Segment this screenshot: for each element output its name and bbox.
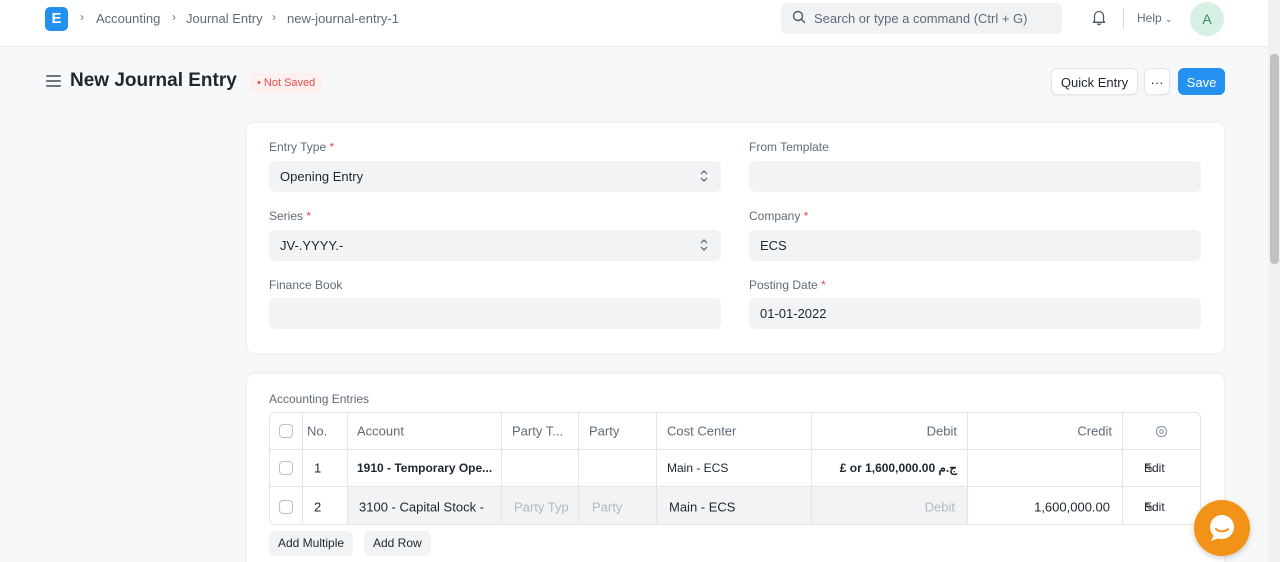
row-checkbox[interactable] (279, 461, 293, 475)
table-row[interactable]: 1 1910 - Temporary Ope... Main - ECS ج.م… (270, 450, 1200, 487)
breadcrumb-accounting[interactable]: Accounting (96, 11, 160, 26)
row-select-cell (270, 450, 303, 486)
entry-type-label: Entry Type * (269, 140, 335, 154)
party-cell[interactable] (579, 450, 657, 486)
finance-book-label: Finance Book (269, 278, 343, 292)
chat-widget-button[interactable] (1194, 500, 1250, 556)
select-all-cell (270, 413, 303, 449)
search-placeholder: Search or type a command (Ctrl + G) (814, 11, 1028, 26)
quick-entry-button[interactable]: Quick Entry (1051, 68, 1138, 95)
status-badge: • Not Saved (250, 73, 323, 93)
col-credit: Credit (968, 413, 1123, 449)
party-cell[interactable]: Party (579, 487, 657, 524)
column-settings-cell (1123, 413, 1200, 449)
page-title: New Journal Entry (70, 70, 237, 91)
from-template-field[interactable] (749, 161, 1201, 192)
series-select[interactable]: JV-.YYYY.- (269, 230, 721, 261)
avatar[interactable]: A (1190, 2, 1224, 36)
col-cost-center: Cost Center (657, 413, 812, 449)
row-checkbox[interactable] (279, 499, 293, 514)
navbar: E › Accounting › Journal Entry › new-jou… (0, 0, 1268, 47)
finance-book-field[interactable] (269, 298, 721, 329)
credit-cell[interactable]: 1,600,000.00 (968, 487, 1123, 524)
help-label: Help (1137, 11, 1162, 25)
chevron-right-icon: › (80, 10, 84, 24)
breadcrumb-journal-entry[interactable]: Journal Entry (186, 11, 263, 26)
edit-row-button[interactable]: ✎ Edit (1123, 487, 1200, 524)
breadcrumb-current[interactable]: new-journal-entry-1 (287, 11, 399, 26)
cost-center-cell[interactable]: Main - ECS (657, 487, 812, 524)
account-cell[interactable]: 1910 - Temporary Ope... (348, 450, 502, 486)
search-input[interactable]: Search or type a command (Ctrl + G) (781, 3, 1062, 34)
select-arrows-icon (700, 170, 708, 182)
add-multiple-button[interactable]: Add Multiple (269, 531, 354, 556)
entry-type-value: Opening Entry (280, 169, 364, 184)
select-all-checkbox[interactable] (279, 424, 293, 438)
sidebar-toggle-icon[interactable] (46, 75, 61, 90)
debit-cell[interactable]: ج.م 1,600,000.00 or £ (812, 450, 968, 486)
select-arrows-icon (700, 239, 708, 251)
scrollbar-thumb[interactable] (1270, 54, 1279, 264)
col-account: Account (348, 413, 502, 449)
posting-date-field[interactable]: 01-01-2022 (749, 298, 1201, 329)
company-label: Company * (749, 209, 809, 223)
col-party-type: Party T... (502, 413, 579, 449)
search-icon (792, 10, 806, 24)
help-dropdown[interactable]: Help ⌄ (1137, 11, 1173, 25)
gear-icon[interactable] (1155, 425, 1168, 438)
credit-cell[interactable] (968, 450, 1123, 486)
account-cell[interactable]: 3100 - Capital Stock - (348, 487, 502, 524)
chevron-down-icon: ⌄ (1165, 14, 1173, 24)
series-label: Series * (269, 209, 312, 223)
accounting-entries-label: Accounting Entries (269, 392, 370, 406)
col-party: Party (579, 413, 657, 449)
divider (1123, 9, 1124, 29)
entry-type-select[interactable]: Opening Entry (269, 161, 721, 192)
chevron-right-icon: › (272, 10, 276, 24)
add-row-button[interactable]: Add Row (364, 531, 431, 556)
bell-icon[interactable] (1090, 8, 1108, 26)
col-no: No. (303, 413, 348, 449)
cost-center-cell[interactable]: Main - ECS (657, 450, 812, 486)
series-value: JV-.YYYY.- (280, 238, 344, 253)
row-select-cell (270, 487, 303, 524)
app-logo[interactable]: E (45, 7, 68, 31)
debit-cell[interactable]: Debit (812, 487, 968, 524)
more-actions-button[interactable]: ··· (1144, 68, 1170, 95)
table-header: No. Account Party T... Party Cost Center… (270, 413, 1200, 450)
from-template-label: From Template (749, 140, 829, 154)
row-no: 2 (303, 487, 348, 524)
row-no: 1 (303, 450, 348, 486)
accounts-table: No. Account Party T... Party Cost Center… (269, 412, 1201, 525)
col-debit: Debit (812, 413, 968, 449)
save-button[interactable]: Save (1178, 68, 1225, 95)
chat-bubble-icon (1210, 515, 1234, 541)
table-row[interactable]: 2 3100 - Capital Stock - Party Typ Party… (270, 487, 1200, 524)
chevron-right-icon: › (172, 10, 176, 24)
edit-row-button[interactable]: ✎ Edit (1123, 450, 1200, 486)
company-field[interactable]: ECS (749, 230, 1201, 261)
party-type-cell[interactable] (502, 450, 579, 486)
party-type-cell[interactable]: Party Typ (502, 487, 579, 524)
posting-date-label: Posting Date * (749, 278, 826, 292)
